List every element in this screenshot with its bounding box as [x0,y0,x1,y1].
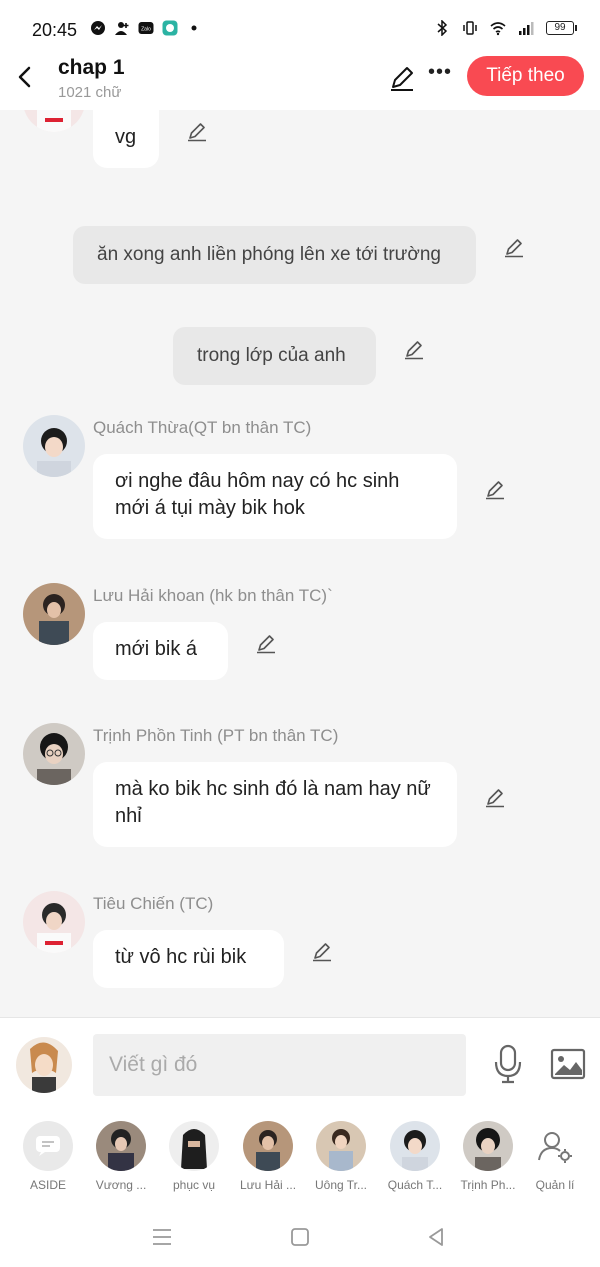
character-avatar [169,1121,219,1171]
zalo-icon: Zalo [138,22,154,34]
manage-user-icon [530,1121,580,1171]
svg-text:Zalo: Zalo [141,27,151,33]
edit-chapter-icon[interactable] [388,64,416,92]
next-button[interactable]: Tiếp theo [467,56,584,96]
narration-bubble[interactable]: ăn xong anh liền phóng lên xe tới trường [73,226,476,284]
message-text: vg [115,126,137,148]
narration-bubble[interactable]: trong lớp của anh [173,327,376,385]
system-nav-bar [0,1207,600,1267]
system-icons: 99 [434,20,577,36]
message-text: từ vô hc rùi bik [115,946,247,968]
home-icon[interactable] [288,1225,312,1249]
battery-indicator: 99 [546,21,577,35]
page-title: chap 1 [58,56,125,79]
edit-icon[interactable] [503,236,525,258]
word-count: 1021 chữ [58,84,122,101]
sender-name: Lưu Hải khoan (hk bn thân TC)` [93,586,333,605]
narration-text: trong lớp của anh [197,345,346,366]
character-label: Trịnh Ph... [460,1178,516,1192]
character-label: Quách T... [387,1178,443,1192]
vibrate-icon [463,21,477,35]
message-bubble[interactable]: từ vô hc rùi bik [93,930,284,988]
chat-app-icon [162,20,178,36]
character-label: Quản lí [535,1178,575,1192]
manage-characters[interactable]: Quản lí [520,1121,590,1192]
avatar[interactable] [23,110,85,132]
character-item[interactable]: Uông Tr... [306,1121,376,1192]
edit-icon[interactable] [186,120,208,142]
notification-icons: Zalo [90,20,202,36]
character-item[interactable]: phục vụ [159,1121,229,1192]
menu-icon[interactable] [150,1225,174,1249]
character-item[interactable]: Trịnh Ph... [453,1121,523,1192]
chat-area[interactable]: vg ăn xong anh liền phóng lên xe tới trư… [0,110,600,1017]
message-text: mà ko bik hc sinh đó là nam hay nữ nhỉ [115,778,431,827]
message-bubble[interactable]: mà ko bik hc sinh đó là nam hay nữ nhỉ [93,762,457,847]
character-avatar [316,1121,366,1171]
edit-icon[interactable] [255,632,277,654]
message-bubble[interactable]: mới bik á [93,622,228,680]
character-label: ASIDE [29,1178,66,1192]
character-aside[interactable]: ASIDE [13,1121,83,1192]
message-input[interactable] [93,1034,466,1096]
avatar[interactable] [23,583,85,645]
avatar[interactable] [23,891,85,953]
avatar[interactable] [23,723,85,785]
character-avatar [390,1121,440,1171]
edit-icon[interactable] [484,478,506,500]
bluetooth-icon [437,20,448,36]
add-contact-icon [115,22,129,35]
edit-icon[interactable] [403,338,425,360]
character-item[interactable]: Quách T... [380,1121,450,1192]
status-time: 20:45 [32,20,78,40]
image-icon[interactable] [550,1046,586,1082]
messenger-icon [91,21,105,35]
character-avatar [96,1121,146,1171]
message-text: ơi nghe đâu hôm nay có hc sinh mới á tụi… [115,470,400,519]
sender-name: Quách Thừa(QT bn thân TC) [93,418,312,437]
aside-icon [23,1121,73,1171]
character-label: Uông Tr... [314,1178,368,1192]
character-item[interactable]: Vương ... [86,1121,156,1192]
character-label: Lưu Hải ... [239,1178,297,1192]
chevron-left-icon [18,66,31,88]
character-label: phục vụ [172,1178,216,1192]
message-bubble[interactable]: ơi nghe đâu hôm nay có hc sinh mới á tụi… [93,454,457,539]
signal-icon [519,22,534,35]
input-bar [0,1017,600,1111]
microphone-icon[interactable] [492,1044,524,1084]
message-bubble[interactable]: vg [93,110,159,168]
character-bar: ASIDE Vương ... phục vụ Lưu Hải ... Uông… [0,1111,600,1207]
character-label: Vương ... [95,1178,147,1192]
dot-icon [191,25,197,31]
wifi-icon [490,22,506,36]
message-text: mới bik á [115,638,198,660]
header: chap 1 1021 chữ ••• Tiếp theo [0,48,600,110]
sender-name: Trịnh Phồn Tinh (PT bn thân TC) [93,726,339,745]
character-avatar [243,1121,293,1171]
current-character-avatar[interactable] [16,1037,72,1093]
narration-text: ăn xong anh liền phóng lên xe tới trường [97,244,441,265]
character-item[interactable]: Lưu Hải ... [233,1121,303,1192]
back-button[interactable] [10,60,38,94]
more-options-button[interactable]: ••• [428,62,452,90]
character-avatar [463,1121,513,1171]
edit-icon[interactable] [311,940,333,962]
sender-name: Tiêu Chiến (TC) [93,894,214,913]
avatar[interactable] [23,415,85,477]
edit-icon[interactable] [484,786,506,808]
back-triangle-icon[interactable] [424,1225,448,1249]
